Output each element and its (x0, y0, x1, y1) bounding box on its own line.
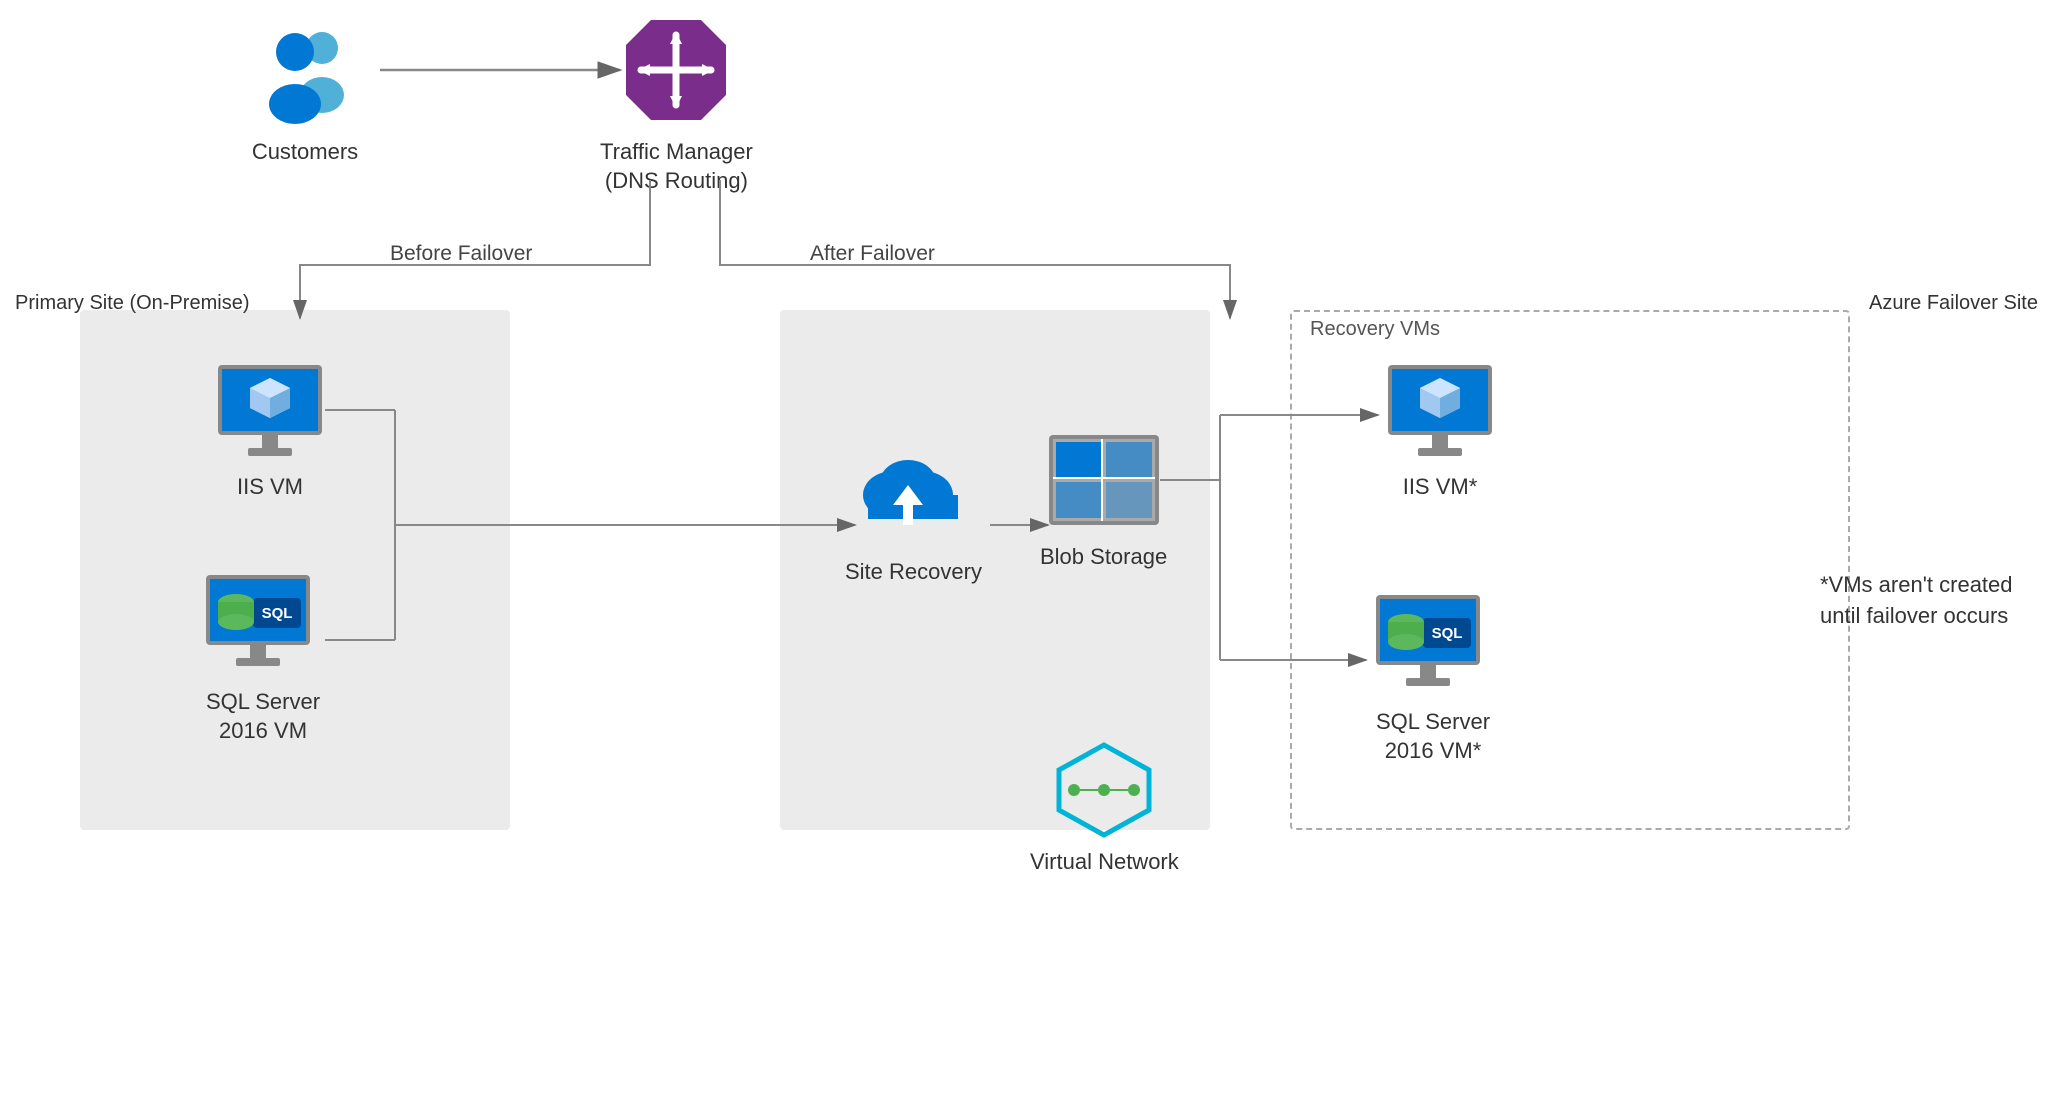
iis-vm-primary-block: IIS VM (210, 360, 330, 502)
site-recovery-block: Site Recovery (845, 440, 982, 587)
traffic-manager-icon (616, 10, 736, 130)
customers-label: Customers (252, 138, 358, 167)
site-recovery-icon (848, 440, 978, 550)
traffic-manager-label: Traffic Manager (DNS Routing) (600, 138, 753, 195)
site-recovery-label: Site Recovery (845, 558, 982, 587)
iis-vm-recovery-block: IIS VM* (1380, 360, 1500, 502)
vms-note: *VMs aren't created until failover occur… (1820, 570, 2020, 632)
iis-vm-primary-icon (210, 360, 330, 465)
sql-vm-primary-label: SQL Server 2016 VM (206, 688, 320, 745)
iis-vm-recovery-icon (1380, 360, 1500, 465)
traffic-manager-block: Traffic Manager (DNS Routing) (600, 10, 753, 195)
label-recovery-vms: Recovery VMs (1310, 318, 1440, 341)
sql-vm-recovery-icon: SQL (1368, 590, 1498, 700)
sql-vm-primary-block: SQL SQL Server 2016 VM (198, 570, 328, 745)
virtual-network-block: Virtual Network (1030, 740, 1179, 877)
iis-vm-recovery-label: IIS VM* (1403, 473, 1478, 502)
label-primary-site: Primary Site (On-Premise) (15, 292, 249, 315)
label-before-failover: Before Failover (390, 242, 532, 266)
iis-vm-primary-label: IIS VM (237, 473, 303, 502)
virtual-network-icon (1039, 740, 1169, 840)
blob-storage-block: Blob Storage (1040, 430, 1167, 572)
label-azure-site: Azure Failover Site (1869, 292, 2038, 315)
customers-block: Customers (250, 20, 360, 167)
blob-storage-label: Blob Storage (1040, 543, 1167, 572)
sql-vm-primary-icon: SQL (198, 570, 328, 680)
diagram-container: Primary Site (On-Premise) Azure Failover… (0, 0, 2048, 1100)
svg-text:SQL: SQL (262, 605, 293, 622)
sql-vm-recovery-block: SQL SQL Server 2016 VM* (1368, 590, 1498, 765)
customers-icon (250, 20, 360, 130)
virtual-network-label: Virtual Network (1030, 848, 1179, 877)
label-after-failover: After Failover (810, 242, 935, 266)
blob-storage-icon (1044, 430, 1164, 535)
svg-text:SQL: SQL (1432, 625, 1463, 642)
sql-vm-recovery-label: SQL Server 2016 VM* (1376, 708, 1490, 765)
